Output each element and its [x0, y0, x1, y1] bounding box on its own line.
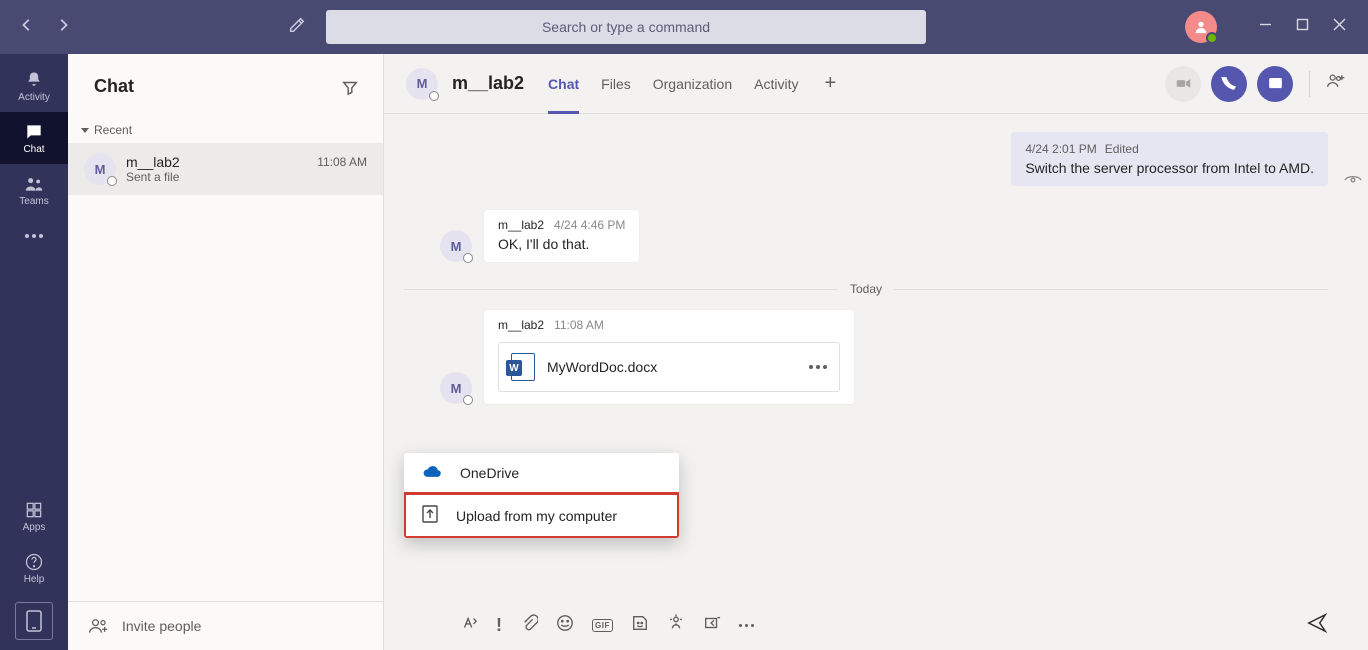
attach-onedrive[interactable]: OneDrive — [404, 453, 679, 493]
word-file-icon — [511, 353, 535, 381]
search-input[interactable]: Search or type a command — [326, 10, 926, 44]
avatar: M — [84, 153, 116, 185]
attach-menu: OneDrive Upload from my computer — [404, 453, 679, 538]
gif-icon[interactable]: GIF — [592, 619, 613, 632]
invite-people-label: Invite people — [122, 618, 201, 634]
presence-offline-icon — [429, 91, 439, 101]
chat-list-item-time: 11:08 AM — [317, 155, 367, 169]
message-time: 4/24 4:46 PM — [554, 218, 625, 232]
message-text: Switch the server processor from Intel t… — [1025, 160, 1314, 176]
message-bubble[interactable]: 4/24 2:01 PM Edited Switch the server pro… — [1011, 132, 1328, 186]
separator — [1309, 71, 1310, 97]
presence-offline-icon — [463, 395, 473, 405]
chat-header: M m__lab2 Chat Files Organization Activi… — [384, 54, 1368, 114]
rail-teams-label: Teams — [19, 196, 48, 207]
date-separator: Today — [404, 282, 1328, 296]
avatar: M — [440, 372, 472, 404]
send-icon[interactable] — [1306, 612, 1328, 639]
audio-call-button[interactable] — [1211, 66, 1247, 102]
presence-offline-icon — [463, 253, 473, 263]
invite-people-button[interactable]: Invite people — [68, 601, 383, 650]
attach-icon[interactable] — [520, 614, 538, 637]
compose-toolbar: ! GIF — [384, 600, 1368, 650]
back-icon[interactable] — [20, 18, 34, 37]
rail-teams[interactable]: Teams — [0, 164, 68, 216]
file-name: MyWordDoc.docx — [547, 359, 657, 375]
chat-list-item-subtitle: Sent a file — [126, 170, 307, 184]
rail-activity[interactable]: Activity — [0, 60, 68, 112]
share-screen-button[interactable] — [1257, 66, 1293, 102]
chat-list-title: Chat — [94, 76, 134, 97]
title-bar: Search or type a command — [0, 0, 1368, 54]
rail-chat[interactable]: Chat — [0, 112, 68, 164]
forward-icon[interactable] — [56, 18, 70, 37]
upload-icon — [422, 505, 438, 526]
close-icon[interactable] — [1333, 18, 1346, 36]
attach-upload-label: Upload from my computer — [456, 508, 617, 524]
message-time: 11:08 AM — [554, 318, 604, 332]
stream-icon[interactable] — [703, 614, 721, 637]
chat-main: M m__lab2 Chat Files Organization Activi… — [384, 54, 1368, 650]
message-bubble[interactable]: m__lab2 4/24 4:46 PM OK, I'll do that. — [484, 210, 639, 262]
rail-help[interactable]: Help — [0, 542, 68, 594]
file-more-icon[interactable] — [809, 365, 827, 369]
tab-activity[interactable]: Activity — [754, 54, 798, 113]
sticker-icon[interactable] — [631, 614, 649, 637]
avatar: M — [440, 230, 472, 262]
chat-list-section[interactable]: Recent — [68, 117, 383, 143]
emoji-icon[interactable] — [556, 614, 574, 637]
message-text: OK, I'll do that. — [498, 236, 625, 252]
message-sender: m__lab2 — [498, 318, 544, 332]
chat-list-item[interactable]: M m__lab2 Sent a file 11:08 AM — [68, 143, 383, 195]
message-sender: m__lab2 — [498, 218, 544, 232]
add-tab-icon[interactable]: + — [820, 72, 840, 95]
minimize-icon[interactable] — [1259, 18, 1272, 36]
message-in: M m__lab2 4/24 4:46 PM OK, I'll do that. — [440, 210, 1328, 262]
tab-organization[interactable]: Organization — [653, 54, 732, 113]
presence-offline-icon — [107, 176, 117, 186]
edited-label: Edited — [1105, 142, 1139, 156]
rail-help-label: Help — [24, 574, 45, 585]
chat-header-name: m__lab2 — [452, 73, 524, 94]
read-receipt-icon — [1344, 172, 1362, 190]
attach-onedrive-label: OneDrive — [460, 465, 519, 481]
attach-upload-computer[interactable]: Upload from my computer — [404, 493, 679, 538]
messages-area: 4/24 2:01 PM Edited Switch the server pro… — [384, 114, 1368, 600]
rail-more-icon[interactable] — [0, 216, 68, 256]
tab-files[interactable]: Files — [601, 54, 631, 113]
presence-available-icon — [1206, 32, 1218, 44]
chat-list-item-name: m__lab2 — [126, 154, 307, 170]
add-people-icon[interactable] — [1326, 71, 1346, 96]
video-call-button[interactable] — [1165, 66, 1201, 102]
file-card[interactable]: m__lab2 11:08 AM MyWordDoc.docx — [484, 310, 854, 404]
message-time: 4/24 2:01 PM — [1025, 142, 1096, 156]
message-in: M m__lab2 11:08 AM MyWordDoc.docx — [440, 310, 1328, 404]
priority-icon[interactable]: ! — [496, 615, 502, 636]
user-avatar[interactable] — [1185, 11, 1217, 43]
compose-more-icon[interactable] — [739, 624, 754, 627]
invite-icon — [88, 616, 108, 636]
maximize-icon[interactable] — [1296, 18, 1309, 36]
rail-mobile-icon[interactable] — [15, 602, 53, 640]
rail-activity-label: Activity — [18, 92, 50, 103]
avatar: M — [406, 68, 438, 100]
rail-chat-label: Chat — [23, 144, 44, 155]
message-out: 4/24 2:01 PM Edited Switch the server pro… — [404, 132, 1328, 186]
new-chat-icon[interactable] — [288, 16, 306, 39]
chat-list-section-label: Recent — [94, 123, 132, 137]
tab-chat[interactable]: Chat — [548, 54, 579, 113]
filter-icon[interactable] — [341, 78, 359, 96]
chat-list-panel: Chat Recent M m__lab2 Sent a file 11:08 … — [68, 54, 384, 650]
rail-apps-label: Apps — [23, 522, 46, 533]
meet-now-icon[interactable] — [667, 614, 685, 637]
chevron-down-icon — [80, 125, 90, 135]
onedrive-icon — [422, 465, 442, 481]
format-icon[interactable] — [460, 614, 478, 637]
rail-apps[interactable]: Apps — [0, 490, 68, 542]
left-rail: Activity Chat Teams Apps Help — [0, 54, 68, 650]
